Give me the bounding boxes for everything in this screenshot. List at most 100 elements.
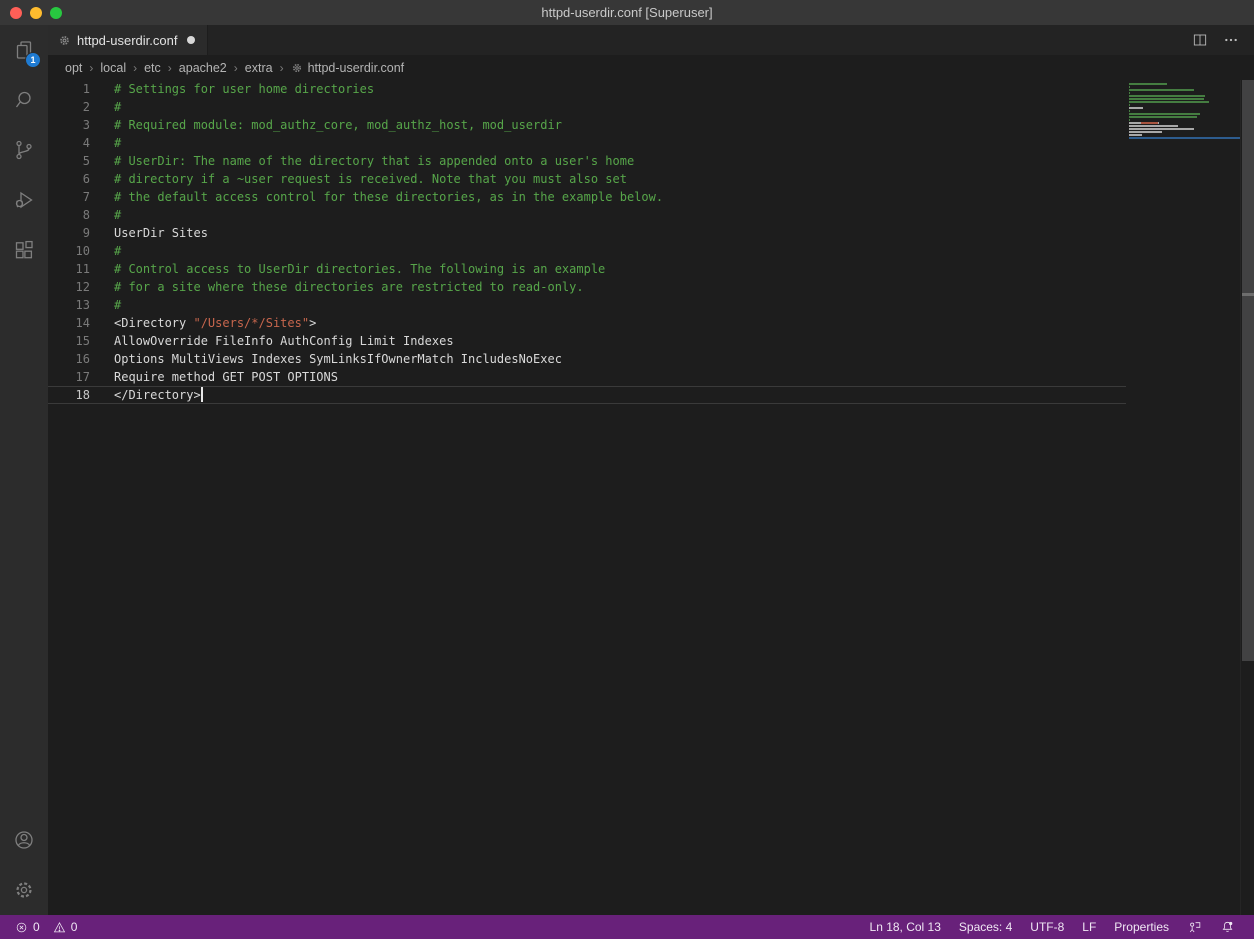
code-editor[interactable]: 1# Settings for user home directories2#3… xyxy=(48,80,1254,915)
gear-icon xyxy=(12,878,36,902)
sidebar-item-source-control[interactable] xyxy=(0,125,48,175)
breadcrumb-segments: opt›local›etc›apache2›extra› xyxy=(65,61,291,75)
line-number: 10 xyxy=(48,242,90,260)
minimap-line xyxy=(1129,95,1240,97)
line-number: 15 xyxy=(48,332,90,350)
line-number: 6 xyxy=(48,170,90,188)
code-line-4[interactable]: 4# xyxy=(48,134,1254,152)
minimap[interactable] xyxy=(1126,80,1240,915)
tab-httpd-userdir[interactable]: httpd-userdir.conf xyxy=(48,25,208,55)
code-line-6[interactable]: 6 # directory if a ~user request is recei… xyxy=(48,170,1254,188)
code-line-8[interactable]: 8# xyxy=(48,206,1254,224)
feedback-button[interactable] xyxy=(1178,919,1211,935)
modified-indicator-dot[interactable] xyxy=(187,36,195,44)
breadcrumb-file-label: httpd-userdir.conf xyxy=(308,61,405,75)
code-line-18[interactable]: 18</Directory> xyxy=(48,386,1254,404)
split-editor-icon[interactable] xyxy=(1192,32,1208,48)
breadcrumb-segment[interactable]: local xyxy=(100,61,126,75)
line-number: 2 xyxy=(48,98,90,116)
line-number: 13 xyxy=(48,296,90,314)
minimap-line xyxy=(1129,92,1240,94)
more-actions-icon[interactable] xyxy=(1222,32,1240,48)
breadcrumb-separator: › xyxy=(133,61,137,75)
line-content: # Required module: mod_authz_core, mod_a… xyxy=(114,116,562,134)
line-content: # Control access to UserDir directories.… xyxy=(114,260,605,278)
minimap-line xyxy=(1129,86,1240,88)
close-window-button[interactable] xyxy=(10,7,22,19)
minimap-line xyxy=(1129,104,1240,106)
breadcrumb-separator: › xyxy=(234,61,238,75)
problems-panel-toggle[interactable]: 0 0 xyxy=(0,920,81,935)
line-content: # the default access control for these d… xyxy=(114,188,663,206)
config-file-icon xyxy=(58,34,71,47)
breadcrumb-segment[interactable]: apache2 xyxy=(179,61,227,75)
editor-actions xyxy=(1192,25,1254,55)
code-line-15[interactable]: 15 AllowOverride FileInfo AuthConfig Limi… xyxy=(48,332,1254,350)
breadcrumb-segment[interactable]: etc xyxy=(144,61,161,75)
minimap-line xyxy=(1129,134,1240,136)
sidebar-item-search[interactable] xyxy=(0,75,48,125)
bell-icon xyxy=(1219,919,1236,935)
status-eol[interactable]: LF xyxy=(1073,920,1105,934)
breadcrumb-file[interactable]: httpd-userdir.conf xyxy=(291,61,405,75)
code-line-9[interactable]: 9UserDir Sites xyxy=(48,224,1254,242)
title-bar: httpd-userdir.conf [Superuser] xyxy=(0,0,1254,25)
line-content: # xyxy=(114,206,121,224)
line-number: 11 xyxy=(48,260,90,278)
status-bar: 0 0 Ln 18, Col 13Spaces: 4UTF-8LFPropert… xyxy=(0,915,1254,939)
status-bar-items: Ln 18, Col 13Spaces: 4UTF-8LFProperties xyxy=(861,920,1178,934)
line-content: # xyxy=(114,296,121,314)
code-line-7[interactable]: 7# the default access control for these … xyxy=(48,188,1254,206)
code-line-14[interactable]: 14<Directory "/Users/*/Sites"> xyxy=(48,314,1254,332)
zoom-window-button[interactable] xyxy=(50,7,62,19)
code-line-3[interactable]: 3# Required module: mod_authz_core, mod_… xyxy=(48,116,1254,134)
status-encoding[interactable]: UTF-8 xyxy=(1021,920,1073,934)
minimap-line xyxy=(1129,83,1240,85)
sidebar-item-explorer[interactable]: 1 xyxy=(0,25,48,75)
vertical-scrollbar[interactable] xyxy=(1240,80,1254,915)
minimap-line xyxy=(1129,113,1240,115)
status-indentation[interactable]: Spaces: 4 xyxy=(950,920,1021,934)
line-number: 18 xyxy=(48,386,90,404)
scrollbar-slider[interactable] xyxy=(1242,80,1254,661)
code-line-1[interactable]: 1# Settings for user home directories xyxy=(48,80,1254,98)
code-line-16[interactable]: 16Options MultiViews Indexes SymLinksIfO… xyxy=(48,350,1254,368)
line-content: # directory if a ~user request is receiv… xyxy=(114,170,627,188)
search-icon xyxy=(12,88,36,112)
status-language-mode[interactable]: Properties xyxy=(1105,920,1178,934)
text-cursor xyxy=(201,387,203,402)
code-line-2[interactable]: 2# xyxy=(48,98,1254,116)
breadcrumb-segment[interactable]: extra xyxy=(245,61,273,75)
line-number: 4 xyxy=(48,134,90,152)
breadcrumb-segment[interactable]: opt xyxy=(65,61,82,75)
minimap-line xyxy=(1129,119,1240,121)
line-content: # UserDir: The name of the directory tha… xyxy=(114,152,634,170)
minimap-line xyxy=(1129,131,1240,133)
tab-bar: httpd-userdir.conf xyxy=(48,25,1254,55)
line-number: 17 xyxy=(48,368,90,386)
code-line-13[interactable]: 13 # xyxy=(48,296,1254,314)
account-button[interactable] xyxy=(0,815,48,865)
code-line-12[interactable]: 12# for a site where these directories a… xyxy=(48,278,1254,296)
code-line-10[interactable]: 10# xyxy=(48,242,1254,260)
code-line-17[interactable]: 17Require method GET POST OPTIONS xyxy=(48,368,1254,386)
code-line-11[interactable]: 11 # Control access to UserDir directorie… xyxy=(48,260,1254,278)
window-title: httpd-userdir.conf [Superuser] xyxy=(0,5,1254,20)
code-lines: 1# Settings for user home directories2#3… xyxy=(48,80,1254,404)
status-bar-right: Ln 18, Col 13Spaces: 4UTF-8LFProperties xyxy=(861,919,1254,935)
status-cursor-position[interactable]: Ln 18, Col 13 xyxy=(861,920,950,934)
minimize-window-button[interactable] xyxy=(30,7,42,19)
line-content: AllowOverride FileInfo AuthConfig Limit … xyxy=(114,332,454,350)
line-number: 5 xyxy=(48,152,90,170)
sidebar-item-run-debug[interactable] xyxy=(0,175,48,225)
line-content: # xyxy=(114,98,121,116)
sidebar-item-extensions[interactable] xyxy=(0,225,48,275)
code-line-5[interactable]: 5 # UserDir: The name of the directory th… xyxy=(48,152,1254,170)
minimap-current-line xyxy=(1129,137,1240,139)
activity-bar-spacer xyxy=(0,275,48,815)
settings-button[interactable] xyxy=(0,865,48,915)
minimap-line xyxy=(1129,125,1240,127)
notifications-button[interactable] xyxy=(1211,919,1244,935)
explorer-badge: 1 xyxy=(25,52,41,68)
config-file-icon xyxy=(291,62,303,74)
